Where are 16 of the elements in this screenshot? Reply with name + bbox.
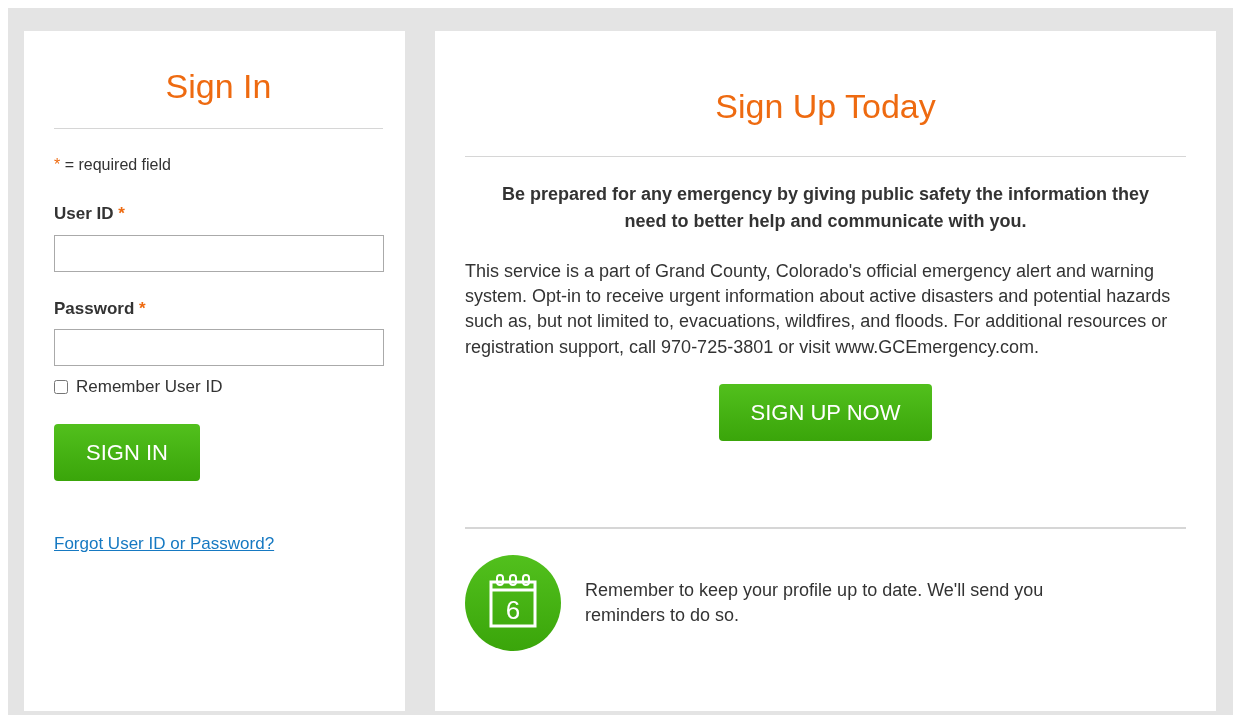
calendar-icon: 6	[465, 554, 561, 651]
panel-title: Sign In	[164, 66, 273, 107]
sign-in-button[interactable]: SIGN IN	[54, 423, 200, 481]
description-text: This service is a part of Grand County, Colorado's official emergency alert and warning system. Opt-in to receive urgent information about active disasters and potential hazards such as, but not limited to, evacuations, wildfires, and floods. For additional resources or registration support, call 970-725-3801 or visit www.GCEmergency.com.	[465, 260, 1172, 359]
forgot-link[interactable]: Forgot User ID or Password?	[54, 530, 275, 556]
field-label: User ID *	[54, 203, 126, 225]
sign-up-button[interactable]: SIGN UP NOW	[718, 383, 933, 441]
input-field[interactable]	[54, 329, 384, 366]
required-note: * = required field	[54, 155, 172, 175]
checkbox-label: Remember User ID	[76, 376, 223, 398]
lead-text: Be prepared for any emergency by giving public safety the information they need to better help and communicate with you.	[500, 183, 1151, 233]
field-label: Password *	[54, 297, 147, 320]
checkbox[interactable]	[54, 379, 68, 394]
input-field[interactable]	[54, 234, 384, 272]
panel-title: Sign Up Today	[714, 86, 937, 127]
reminder-text: Remember to keep your profile up to date. We'll send you reminders to do so.	[585, 578, 1045, 627]
